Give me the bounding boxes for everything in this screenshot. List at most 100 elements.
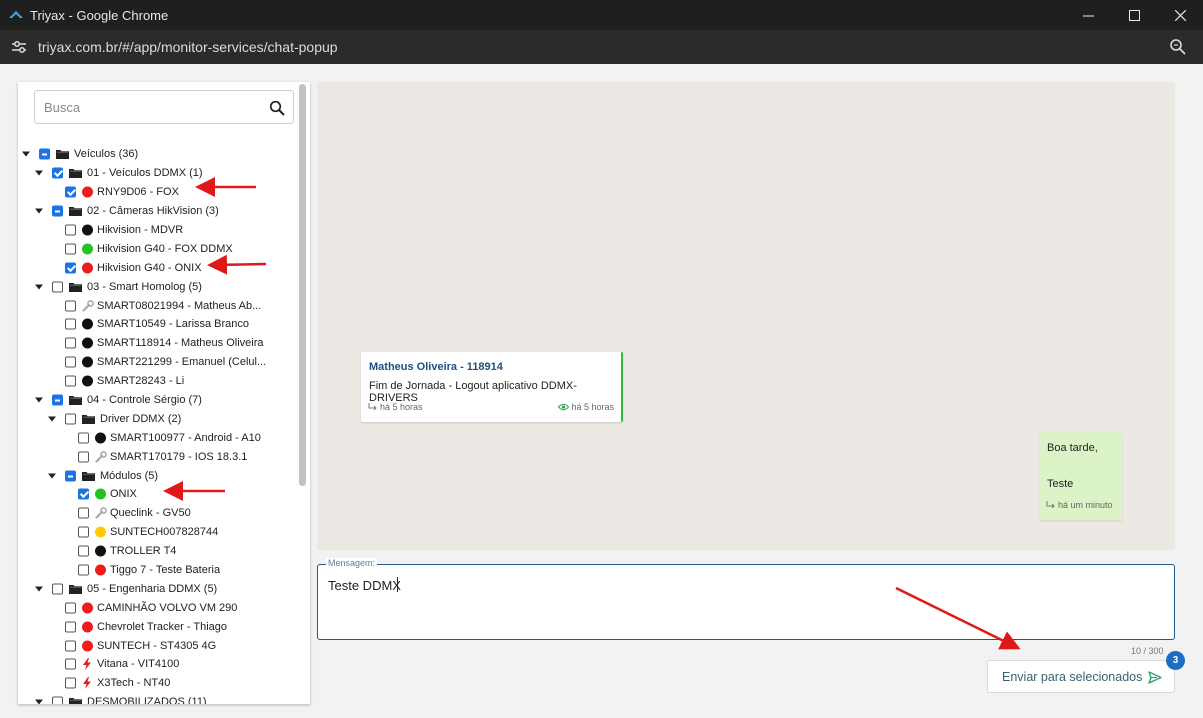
tree-checkbox[interactable] [65,658,76,670]
expand-caret-icon[interactable] [35,208,43,214]
tree-row[interactable]: Driver DDMX (2) [18,409,298,428]
status-dot-green-icon [82,243,93,255]
tree-checkbox[interactable] [65,186,76,198]
tree-checkbox[interactable] [65,337,76,349]
tree-row[interactable]: SUNTECH007828744 [18,523,298,542]
site-settings-icon[interactable] [10,38,28,56]
vehicle-tree-panel: Veículos (36) 01 - Veículos DDMX (1) RNY9D… [18,82,310,704]
tree-row[interactable]: SMART221299 - Emanuel (Celul... [18,353,298,372]
expand-caret-icon[interactable] [35,397,43,403]
zoom-icon[interactable] [1169,38,1187,56]
tree-row[interactable]: Queclink - GV50 [18,504,298,523]
url-text[interactable]: triyax.com.br/#/app/monitor-services/cha… [38,39,338,55]
tree-checkbox[interactable] [65,621,76,633]
tree-checkbox[interactable] [78,545,89,557]
tree-checkbox[interactable] [39,148,50,160]
tree-checkbox[interactable] [78,564,89,576]
minimize-button[interactable] [1065,0,1111,30]
tree-row[interactable]: Módulos (5) [18,466,298,485]
search-icon[interactable] [269,100,285,116]
tree-row[interactable]: SUNTECH - ST4305 4G [18,636,298,655]
tree-row[interactable]: SMART118914 - Matheus Oliveira [18,334,298,353]
reply-arrow-icon [368,403,377,411]
tree-row[interactable]: ONIX [18,485,298,504]
tree-row[interactable]: SMART28243 - Li [18,372,298,391]
tree-row[interactable]: 05 - Engenharia DDMX (5) [18,579,298,598]
tree-row[interactable]: CAMINHÃO VOLVO VM 290 [18,598,298,617]
tree-checkbox[interactable] [78,488,89,500]
tree-checkbox[interactable] [65,375,76,387]
tree-checkbox[interactable] [78,507,89,519]
tree-row[interactable]: X3Tech - NT40 [18,674,298,693]
tree-row[interactable]: SMART170179 - IOS 18.3.1 [18,447,298,466]
tree-checkbox[interactable] [65,243,76,255]
tree-row[interactable]: Hikvision G40 - ONIX [18,258,298,277]
tree-row[interactable]: Hikvision G40 - FOX DDMX [18,239,298,258]
expand-caret-icon[interactable] [48,416,56,422]
tree-checkbox[interactable] [52,696,63,704]
message-sent-time: há 5 horas [368,402,423,412]
tree-row[interactable]: SMART10549 - Larissa Branco [18,315,298,334]
tree-checkbox[interactable] [65,470,76,482]
tree-row-label: DESMOBILIZADOS (11) [87,696,207,704]
message-sent-time-text: há 5 horas [380,402,423,412]
tree-row[interactable]: TROLLER T4 [18,542,298,561]
tree-checkbox[interactable] [65,262,76,274]
tree-checkbox[interactable] [52,281,63,293]
tree-checkbox[interactable] [65,413,76,425]
tree-row[interactable]: DESMOBILIZADOS (11) [18,693,298,704]
tree-row[interactable]: RNY9D06 - FOX [18,183,298,202]
message-input-value[interactable]: Teste DDMX [328,578,401,593]
tree-row-label: SMART10549 - Larissa Branco [97,318,250,331]
tree-checkbox[interactable] [65,677,76,689]
send-to-selected-button[interactable]: Enviar para selecionados [987,660,1175,693]
tree-checkbox[interactable] [52,583,63,595]
tree-row-label: 02 - Câmeras HikVision (3) [87,205,219,218]
received-message: Matheus Oliveira - 118914 Fim de Jornada… [361,352,623,422]
tree-row-label: CAMINHÃO VOLVO VM 290 [97,601,238,614]
close-button[interactable] [1157,0,1203,30]
tree-checkbox[interactable] [52,394,63,406]
tree-row[interactable]: 04 - Controle Sérgio (7) [18,391,298,410]
tree-checkbox[interactable] [65,224,76,236]
folder-icon [82,414,95,424]
app-content: Veículos (36) 01 - Veículos DDMX (1) RNY9D… [0,64,1203,718]
tree-checkbox[interactable] [78,451,89,463]
expand-caret-icon[interactable] [48,473,56,479]
tree-row[interactable]: Vitana - VIT4100 [18,655,298,674]
expand-caret-icon[interactable] [22,151,30,157]
search-input[interactable] [35,91,255,123]
sent-message-line2: Teste [1047,478,1074,490]
tree-row[interactable]: Chevrolet Tracker - Thiago [18,617,298,636]
tree-checkbox[interactable] [52,167,63,179]
tree-row[interactable]: SMART100977 - Android - A10 [18,428,298,447]
message-input[interactable]: Mensagem: Teste DDMX [317,558,1175,640]
tree-row[interactable]: 03 - Smart Homolog (5) [18,277,298,296]
maximize-button[interactable] [1111,0,1157,30]
tree-scrollbar[interactable] [299,84,306,486]
tree-checkbox[interactable] [65,356,76,368]
expand-caret-icon[interactable] [35,170,43,176]
tree-checkbox[interactable] [52,205,63,217]
tree-checkbox[interactable] [78,526,89,538]
tree-row[interactable]: Hikvision - MDVR [18,221,298,240]
tree-checkbox[interactable] [65,318,76,330]
message-text: Fim de Jornada - Logout aplicativo DDMX-… [369,380,577,404]
vehicle-tree: Veículos (36) 01 - Veículos DDMX (1) RNY9D… [18,145,298,704]
tree-row[interactable]: Tiggo 7 - Teste Bateria [18,561,298,580]
tree-checkbox[interactable] [65,300,76,312]
tree-row[interactable]: 01 - Veículos DDMX (1) [18,164,298,183]
message-seen-time-text: há 5 horas [571,402,614,412]
tree-row[interactable]: Veículos (36) [18,145,298,164]
tree-checkbox[interactable] [78,432,89,444]
text-cursor [397,577,398,592]
expand-caret-icon[interactable] [35,586,43,592]
expand-caret-icon[interactable] [35,699,43,704]
tree-row[interactable]: 02 - Câmeras HikVision (3) [18,202,298,221]
tree-row[interactable]: SMART08021994 - Matheus Ab... [18,296,298,315]
tree-checkbox[interactable] [65,602,76,614]
tree-checkbox[interactable] [65,640,76,652]
status-dot-red-icon [82,186,93,198]
expand-caret-icon[interactable] [35,284,43,290]
tree-row-label: 05 - Engenharia DDMX (5) [87,582,218,595]
